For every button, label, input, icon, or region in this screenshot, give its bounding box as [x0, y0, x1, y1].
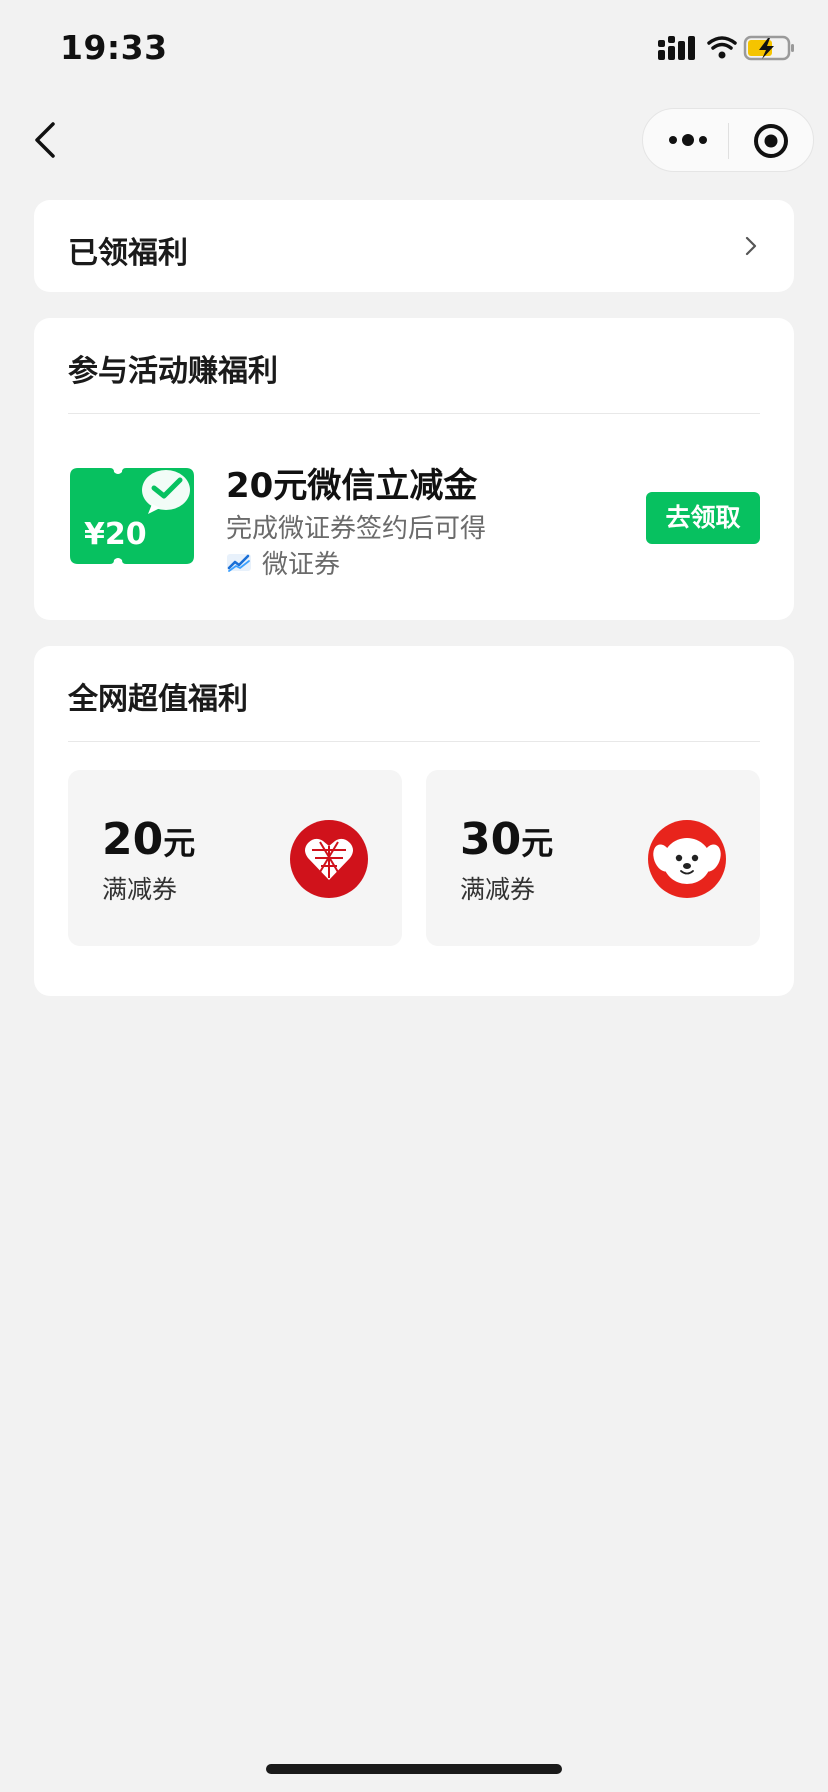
- coupon-type: 满减券: [102, 875, 178, 904]
- voucher-amount: ¥20: [84, 517, 147, 552]
- trend-chart-icon: [227, 554, 251, 572]
- activity-section-title: 参与活动赚福利: [68, 354, 278, 389]
- deals-section-title: 全网超值福利: [68, 682, 248, 717]
- status-icons: [656, 34, 796, 64]
- deals-section: 全网超值福利 20元 满减券 30元 满减券: [34, 646, 794, 996]
- voucher-image: ¥20: [70, 468, 194, 564]
- chevron-left-icon: [35, 122, 55, 158]
- status-time: 19:33: [60, 28, 168, 67]
- pinduoduo-logo: [290, 820, 368, 898]
- more-dots-icon: [669, 134, 707, 146]
- section-divider: [68, 741, 760, 742]
- coupon-card[interactable]: 30元 满减券: [426, 770, 760, 946]
- activity-brand: 微证券: [226, 546, 341, 580]
- coupon-amount: 30元: [460, 814, 554, 865]
- target-icon: [754, 124, 788, 158]
- claimed-benefits-row[interactable]: 已领福利: [34, 200, 794, 292]
- close-mini-program-button[interactable]: [751, 121, 791, 161]
- cellular-signal-icon: [658, 36, 695, 60]
- battery-charging-icon: [743, 35, 794, 61]
- capsule-divider: [728, 123, 729, 159]
- wifi-icon: [707, 36, 737, 59]
- coupon-amount: 20元: [102, 814, 196, 865]
- jd-logo: [648, 820, 726, 898]
- activity-description: 完成微证券签约后可得: [226, 514, 487, 544]
- status-bar: 19:33: [0, 0, 828, 100]
- claimed-benefits-title: 已领福利: [68, 236, 188, 271]
- activity-section: 参与活动赚福利 ¥20 20元微信立减金 完成微证券签约后可得 微证券 去领取: [34, 318, 794, 620]
- brand-name: 微证券: [262, 549, 341, 580]
- more-button[interactable]: [667, 123, 709, 157]
- activity-title: 20元微信立减金: [226, 466, 478, 506]
- coupon-card[interactable]: 20元 满减券: [68, 770, 402, 946]
- coupon-type: 满减券: [460, 875, 536, 904]
- home-indicator[interactable]: [266, 1764, 562, 1774]
- nav-bar: [0, 100, 828, 180]
- mini-program-capsule: [642, 108, 814, 172]
- chevron-right-icon: [745, 236, 757, 256]
- back-button[interactable]: [28, 118, 72, 162]
- section-divider: [68, 413, 760, 414]
- claim-button[interactable]: 去领取: [646, 492, 760, 544]
